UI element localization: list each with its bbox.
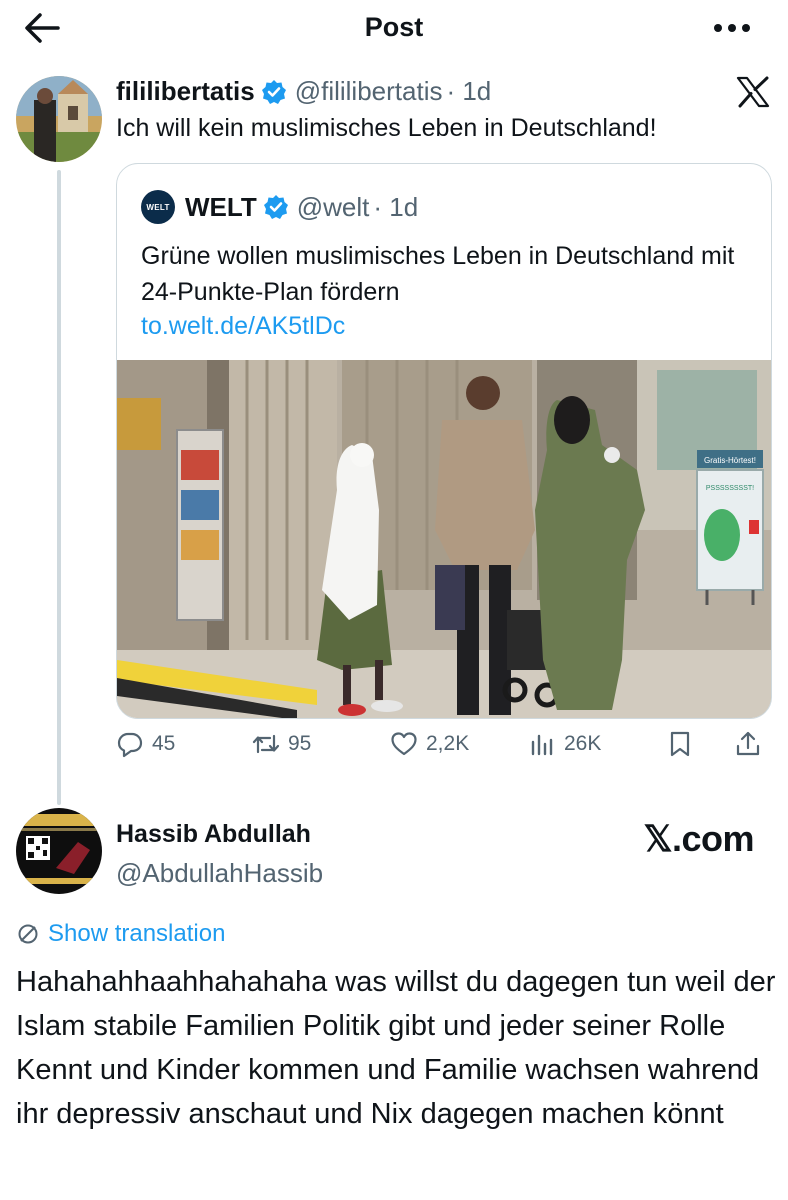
avatar[interactable] xyxy=(16,76,102,162)
post-time: · 1d xyxy=(446,76,492,106)
quoted-post-time: · 1d xyxy=(373,191,419,222)
reply-button[interactable]: 45 xyxy=(116,730,175,758)
more-horizontal-icon xyxy=(714,24,750,32)
show-translation-button[interactable]: Show translation xyxy=(16,920,225,948)
reply-author-name[interactable]: Hassib Abdullah xyxy=(116,820,311,849)
reply-avatar-image xyxy=(16,808,102,894)
post-header: fililibertatis @fililibertatis · 1d xyxy=(116,76,491,107)
more-button[interactable] xyxy=(712,14,752,42)
like-count: 2,2K xyxy=(426,732,470,755)
reply-count: 45 xyxy=(152,732,176,755)
bookmark-icon xyxy=(670,731,690,757)
quoted-text: Grüne wollen muslimisches Leben in Deuts… xyxy=(141,242,735,306)
author-handle[interactable]: @fililibertatis xyxy=(295,76,443,107)
quoted-author-name[interactable]: WELT xyxy=(185,192,257,223)
sign-text: PSSSSSSSST! xyxy=(706,485,754,492)
views-count: 26K xyxy=(564,732,602,755)
reply-icon xyxy=(117,732,143,758)
avatar-image xyxy=(16,76,102,162)
verified-badge-icon xyxy=(261,79,286,104)
xcom-watermark: 𝕏.com xyxy=(643,818,754,859)
author-name[interactable]: fililibertatis xyxy=(116,76,255,107)
quoted-author-handle[interactable]: @welt xyxy=(297,192,370,223)
views-bar-chart-icon xyxy=(531,734,553,756)
top-bar: Post xyxy=(0,0,788,56)
translate-globe-icon xyxy=(18,924,38,944)
views-button[interactable]: 26K xyxy=(528,730,601,758)
street-photo: Gratis-Hörtest! PSSSSSSSST! xyxy=(117,360,771,718)
bookmark-button[interactable] xyxy=(666,730,702,758)
sign-title: Gratis-Hörtest! xyxy=(704,456,756,465)
quoted-header: WELT WELT @welt · 1d xyxy=(141,190,418,224)
reply-author-handle[interactable]: @AbdullahHassib xyxy=(116,858,323,889)
verified-badge-icon xyxy=(263,195,288,219)
repost-icon xyxy=(252,734,280,754)
action-bar: 45 95 2,2K 26K xyxy=(116,730,776,770)
page-title: Post xyxy=(364,12,424,42)
repost-count: 95 xyxy=(288,732,312,755)
reply-text: Hahahahhaahhahahaha was willst du dagege… xyxy=(16,966,776,1130)
heart-icon xyxy=(391,732,417,756)
repost-button[interactable]: 95 xyxy=(252,730,311,758)
thread-line xyxy=(57,170,61,805)
x-logo-icon xyxy=(736,76,770,108)
reply-avatar[interactable] xyxy=(16,808,102,894)
quoted-image[interactable]: Gratis-Hörtest! PSSSSSSSST! xyxy=(117,360,771,718)
post-text: Ich will kein muslimisches Leben in Deut… xyxy=(116,114,657,142)
quoted-post[interactable]: WELT WELT @welt · 1d Grüne wollen muslim… xyxy=(116,163,772,719)
share-button[interactable] xyxy=(734,730,770,758)
quoted-link[interactable]: to.welt.de/AK5tlDc xyxy=(141,312,345,341)
share-icon xyxy=(736,731,760,756)
show-translation-label: Show translation xyxy=(48,920,226,947)
like-button[interactable]: 2,2K xyxy=(390,730,469,758)
welt-logo: WELT xyxy=(141,190,175,224)
